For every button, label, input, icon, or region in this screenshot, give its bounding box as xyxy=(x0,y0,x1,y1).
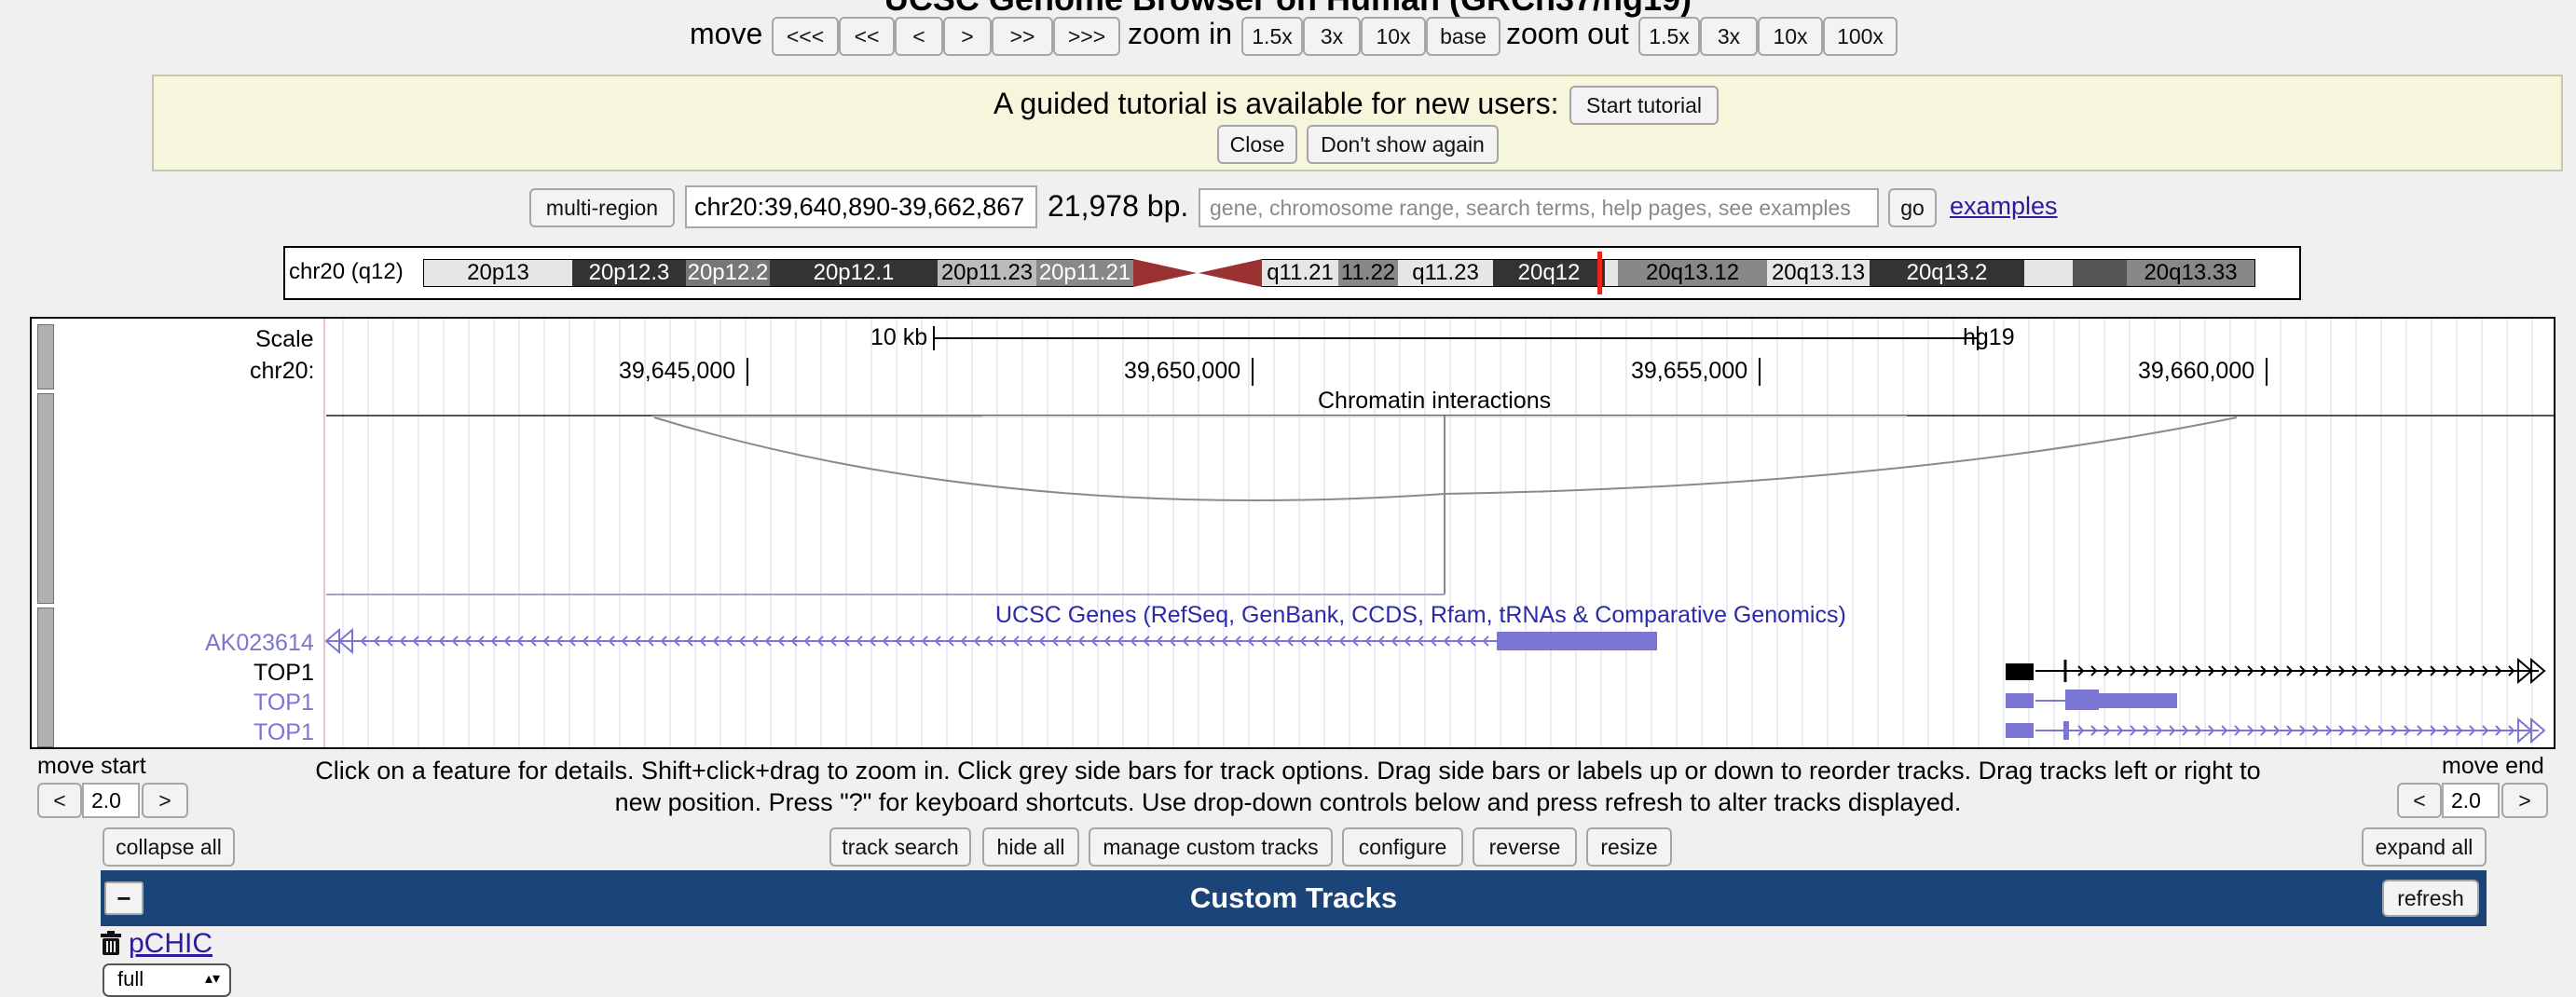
band-20p13: 20p13 xyxy=(423,259,572,287)
close-tutorial-button[interactable]: Close xyxy=(1217,125,1297,164)
zoom-out-label: zoom out xyxy=(1506,17,1629,50)
band-20p11.23: 20p11.23 xyxy=(938,259,1036,287)
track-search-button[interactable]: track search xyxy=(829,827,971,867)
hide-all-button[interactable]: hide all xyxy=(982,827,1079,867)
region-size-text: 21,978 bp. xyxy=(1048,189,1189,223)
band-20p12.3: 20p12.3 xyxy=(572,259,686,287)
resize-button[interactable]: resize xyxy=(1586,827,1672,867)
band-20q13.31 xyxy=(2024,259,2073,287)
dont-show-again-button[interactable]: Don't show again xyxy=(1307,125,1499,164)
move-label: move xyxy=(690,17,763,50)
band-q11.21: q11.21 xyxy=(1262,259,1338,287)
custom-tracks-refresh-button[interactable]: refresh xyxy=(2382,880,2479,917)
track-image-panel[interactable]: Scale 10 kb hg19 chr20: 39,645,000 39,65… xyxy=(30,317,2555,749)
zoom-out-100x-button[interactable]: 100x xyxy=(1823,17,1898,56)
zoom-in-1.5x-button[interactable]: 1.5x xyxy=(1241,17,1303,56)
move-right-more-button[interactable]: >> xyxy=(992,17,1053,56)
band-20p11.21: 20p11.21 xyxy=(1036,259,1133,287)
move-left-far-button[interactable]: <<< xyxy=(772,17,839,56)
tutorial-message: A guided tutorial is available for new u… xyxy=(993,87,1559,120)
chromosome-ideogram[interactable]: chr20 (q12) 20p13 20p12.3 20p12.2 20p12.… xyxy=(283,246,2301,300)
band-20q13.33: 20q13.33 xyxy=(2127,259,2255,287)
multi-region-button[interactable]: multi-region xyxy=(529,188,675,227)
position-input[interactable]: chr20:39,640,890-39,662,867 xyxy=(685,185,1037,228)
band-20p12.2: 20p12.2 xyxy=(686,259,770,287)
zoom-in-3x-button[interactable]: 3x xyxy=(1303,17,1361,56)
band-q11.23: q11.23 xyxy=(1398,259,1493,287)
collapse-all-button[interactable]: collapse all xyxy=(103,827,235,867)
pchic-track-link[interactable]: pCHIC xyxy=(129,928,212,960)
move-right-far-button[interactable]: >>> xyxy=(1053,17,1120,56)
move-left-button[interactable]: < xyxy=(895,17,943,56)
search-input[interactable]: gene, chromosome range, search terms, he… xyxy=(1199,188,1879,227)
start-tutorial-button[interactable]: Start tutorial xyxy=(1569,86,1719,125)
trash-icon[interactable] xyxy=(99,931,123,957)
configure-button[interactable]: configure xyxy=(1342,827,1463,867)
instructions-line-1: Click on a feature for details. Shift+cl… xyxy=(315,757,2261,785)
band-20p12.1: 20p12.1 xyxy=(770,259,938,287)
go-button[interactable]: go xyxy=(1888,188,1937,227)
visibility-value: full xyxy=(117,967,144,990)
band-20q13.11 xyxy=(1605,259,1618,287)
zoom-out-1.5x-button[interactable]: 1.5x xyxy=(1638,17,1700,56)
band-20q13.13: 20q13.13 xyxy=(1767,259,1870,287)
band-20q13.32 xyxy=(2073,259,2127,287)
centromere-shape xyxy=(1133,259,1262,287)
zoom-in-label: zoom in xyxy=(1128,17,1233,50)
select-arrows-icon: ▴▾ xyxy=(204,971,220,987)
pchic-visibility-select[interactable]: full ▴▾ xyxy=(103,963,231,997)
zoom-out-3x-button[interactable]: 3x xyxy=(1700,17,1758,56)
examples-link[interactable]: examples xyxy=(1950,192,2058,221)
expand-all-button[interactable]: expand all xyxy=(2362,827,2487,867)
band-11.22: 11.22 xyxy=(1338,259,1398,287)
band-20q13.2: 20q13.2 xyxy=(1870,259,2024,287)
move-left-more-button[interactable]: << xyxy=(839,17,895,56)
reverse-button[interactable]: reverse xyxy=(1473,827,1577,867)
manage-custom-tracks-button[interactable]: manage custom tracks xyxy=(1089,827,1333,867)
band-20q13.12: 20q13.12 xyxy=(1618,259,1767,287)
band-20q12: 20q12 xyxy=(1493,259,1605,287)
gene-models[interactable] xyxy=(32,319,2554,747)
zoom-base-button[interactable]: base xyxy=(1426,17,1500,56)
zoom-out-10x-button[interactable]: 10x xyxy=(1758,17,1823,56)
move-right-button[interactable]: > xyxy=(943,17,992,56)
instructions-line-2: new position. Press "?" for keyboard sho… xyxy=(614,788,1962,816)
current-position-marker xyxy=(1597,252,1602,294)
ideogram-chrom-label: chr20 (q12) xyxy=(289,259,404,284)
custom-tracks-title: Custom Tracks xyxy=(1189,881,1398,914)
page-title: UCSC Genome Browser on Human (GRCh37/hg1… xyxy=(0,0,2576,19)
zoom-in-10x-button[interactable]: 10x xyxy=(1361,17,1426,56)
